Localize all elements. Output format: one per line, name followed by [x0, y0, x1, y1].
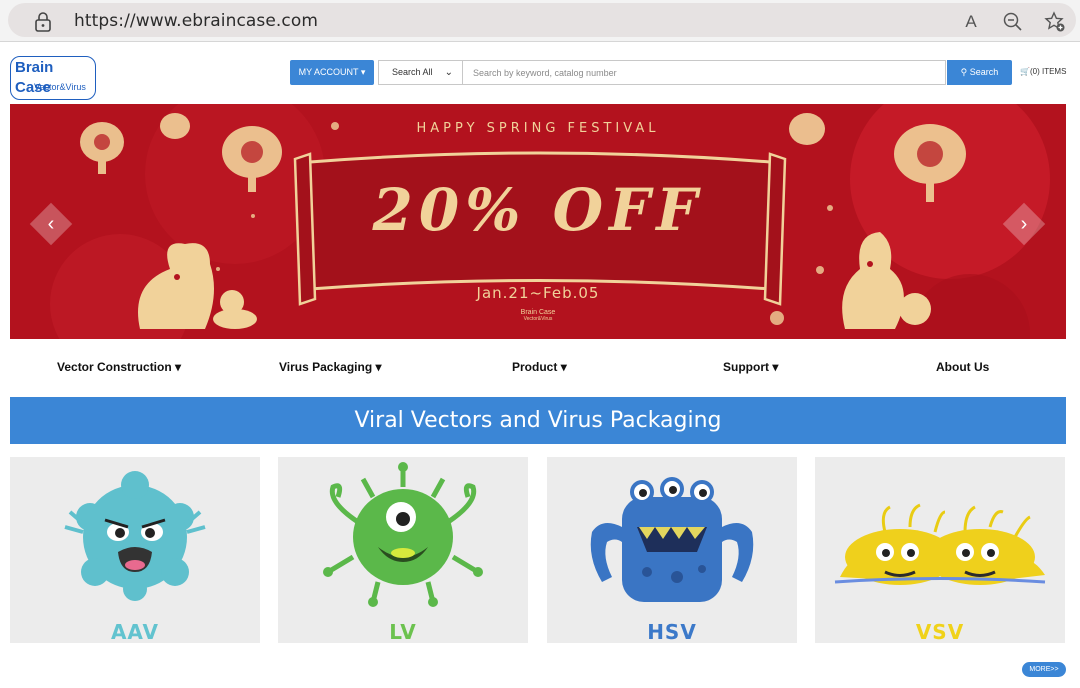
banner-logo-sub: Vector&Virus — [523, 316, 553, 322]
logo-main-text: Brain Case — [10, 56, 96, 100]
search-scope-select[interactable]: Search All ⌄ — [379, 61, 463, 84]
lv-virus-illustration — [323, 462, 483, 607]
caret-down-icon: ▾ — [772, 360, 779, 374]
banner-logo-main: Brain Case — [520, 309, 556, 316]
url-text[interactable]: https://www.ebraincase.com — [74, 11, 318, 31]
chevron-down-icon: ⌄ — [444, 67, 453, 78]
banner-logo: Brain Case Vector&Virus — [10, 309, 1066, 322]
address-bar[interactable]: https://www.ebraincase.com A — [8, 3, 1076, 37]
nav-label: Product — [512, 360, 558, 374]
virus-card-vsv[interactable]: VSV — [815, 457, 1065, 643]
card-label: AAV — [110, 620, 160, 643]
banner-prev-button[interactable]: ‹ — [29, 202, 73, 246]
caret-down-icon: ▾ — [560, 360, 567, 374]
card-label: HSV — [647, 620, 697, 643]
vsv-virus-illustration — [834, 503, 1046, 585]
zoom-out-icon[interactable] — [1002, 11, 1024, 33]
virus-card-aav[interactable]: AAV — [10, 457, 260, 643]
logo-sub-text: Vector&Virus — [34, 82, 86, 92]
nav-item-about-us[interactable]: About Us — [936, 360, 989, 374]
search-input[interactable] — [473, 61, 933, 84]
nav-label: Vector Construction — [57, 360, 172, 374]
more-button[interactable]: MORE>> — [1022, 662, 1066, 677]
cart-count: (0) ITEMS — [1029, 67, 1067, 76]
my-account-button[interactable]: MY ACCOUNT ▾ — [290, 60, 374, 85]
search-scope-label: Search All — [392, 67, 433, 77]
favorite-add-icon[interactable] — [1044, 11, 1066, 33]
nav-item-support[interactable]: Support ▾ — [723, 360, 778, 374]
banner-dates: Jan.21~Feb.05 — [476, 284, 600, 302]
banner-headline: 20% OFF — [372, 176, 704, 244]
cart-icon: 🛒 — [1020, 67, 1030, 76]
section-title: Viral Vectors and Virus Packaging — [10, 397, 1066, 444]
caret-down-icon: ▾ — [175, 360, 182, 374]
chevron-left-icon: ‹ — [47, 213, 55, 235]
nav-item-product[interactable]: Product ▾ — [512, 360, 567, 374]
virus-card-hsv[interactable]: HSV — [547, 457, 797, 643]
nav-label: Virus Packaging — [279, 360, 373, 374]
chevron-right-icon: › — [1020, 213, 1028, 235]
main-nav: Vector Construction ▾ Virus Packaging ▾ … — [0, 360, 1080, 380]
site-logo[interactable]: Brain Case Vector&Virus — [10, 54, 96, 100]
nav-item-virus-packaging[interactable]: Virus Packaging ▾ — [279, 360, 382, 374]
nav-item-vector-construction[interactable]: Vector Construction ▾ — [57, 360, 181, 374]
search-button[interactable]: ⚲ Search — [947, 60, 1012, 85]
promo-banner[interactable]: HAPPY SPRING FESTIVAL 20% OFF Jan.21~Feb… — [10, 104, 1066, 339]
aav-virus-illustration — [64, 471, 206, 601]
search-icon: ⚲ — [960, 67, 968, 77]
banner-festival-text: HAPPY SPRING FESTIVAL — [416, 121, 660, 136]
nav-label: Support — [723, 360, 769, 374]
read-aloud-icon[interactable]: A — [960, 11, 982, 33]
nav-label: About Us — [936, 360, 990, 374]
hsv-virus-illustration — [590, 477, 754, 602]
browser-toolbar: https://www.ebraincase.com A — [0, 0, 1080, 42]
card-label: VSV — [915, 620, 965, 643]
cart-link[interactable]: 🛒(0) ITEMS — [1020, 67, 1066, 76]
banner-next-button[interactable]: › — [1002, 202, 1046, 246]
search-bar: Search All ⌄ — [378, 60, 946, 85]
caret-down-icon: ▾ — [375, 360, 382, 374]
search-button-label: Search — [969, 67, 999, 77]
virus-card-lv[interactable]: LV — [278, 457, 528, 643]
lock-icon[interactable] — [34, 12, 52, 32]
card-label: LV — [389, 620, 417, 643]
